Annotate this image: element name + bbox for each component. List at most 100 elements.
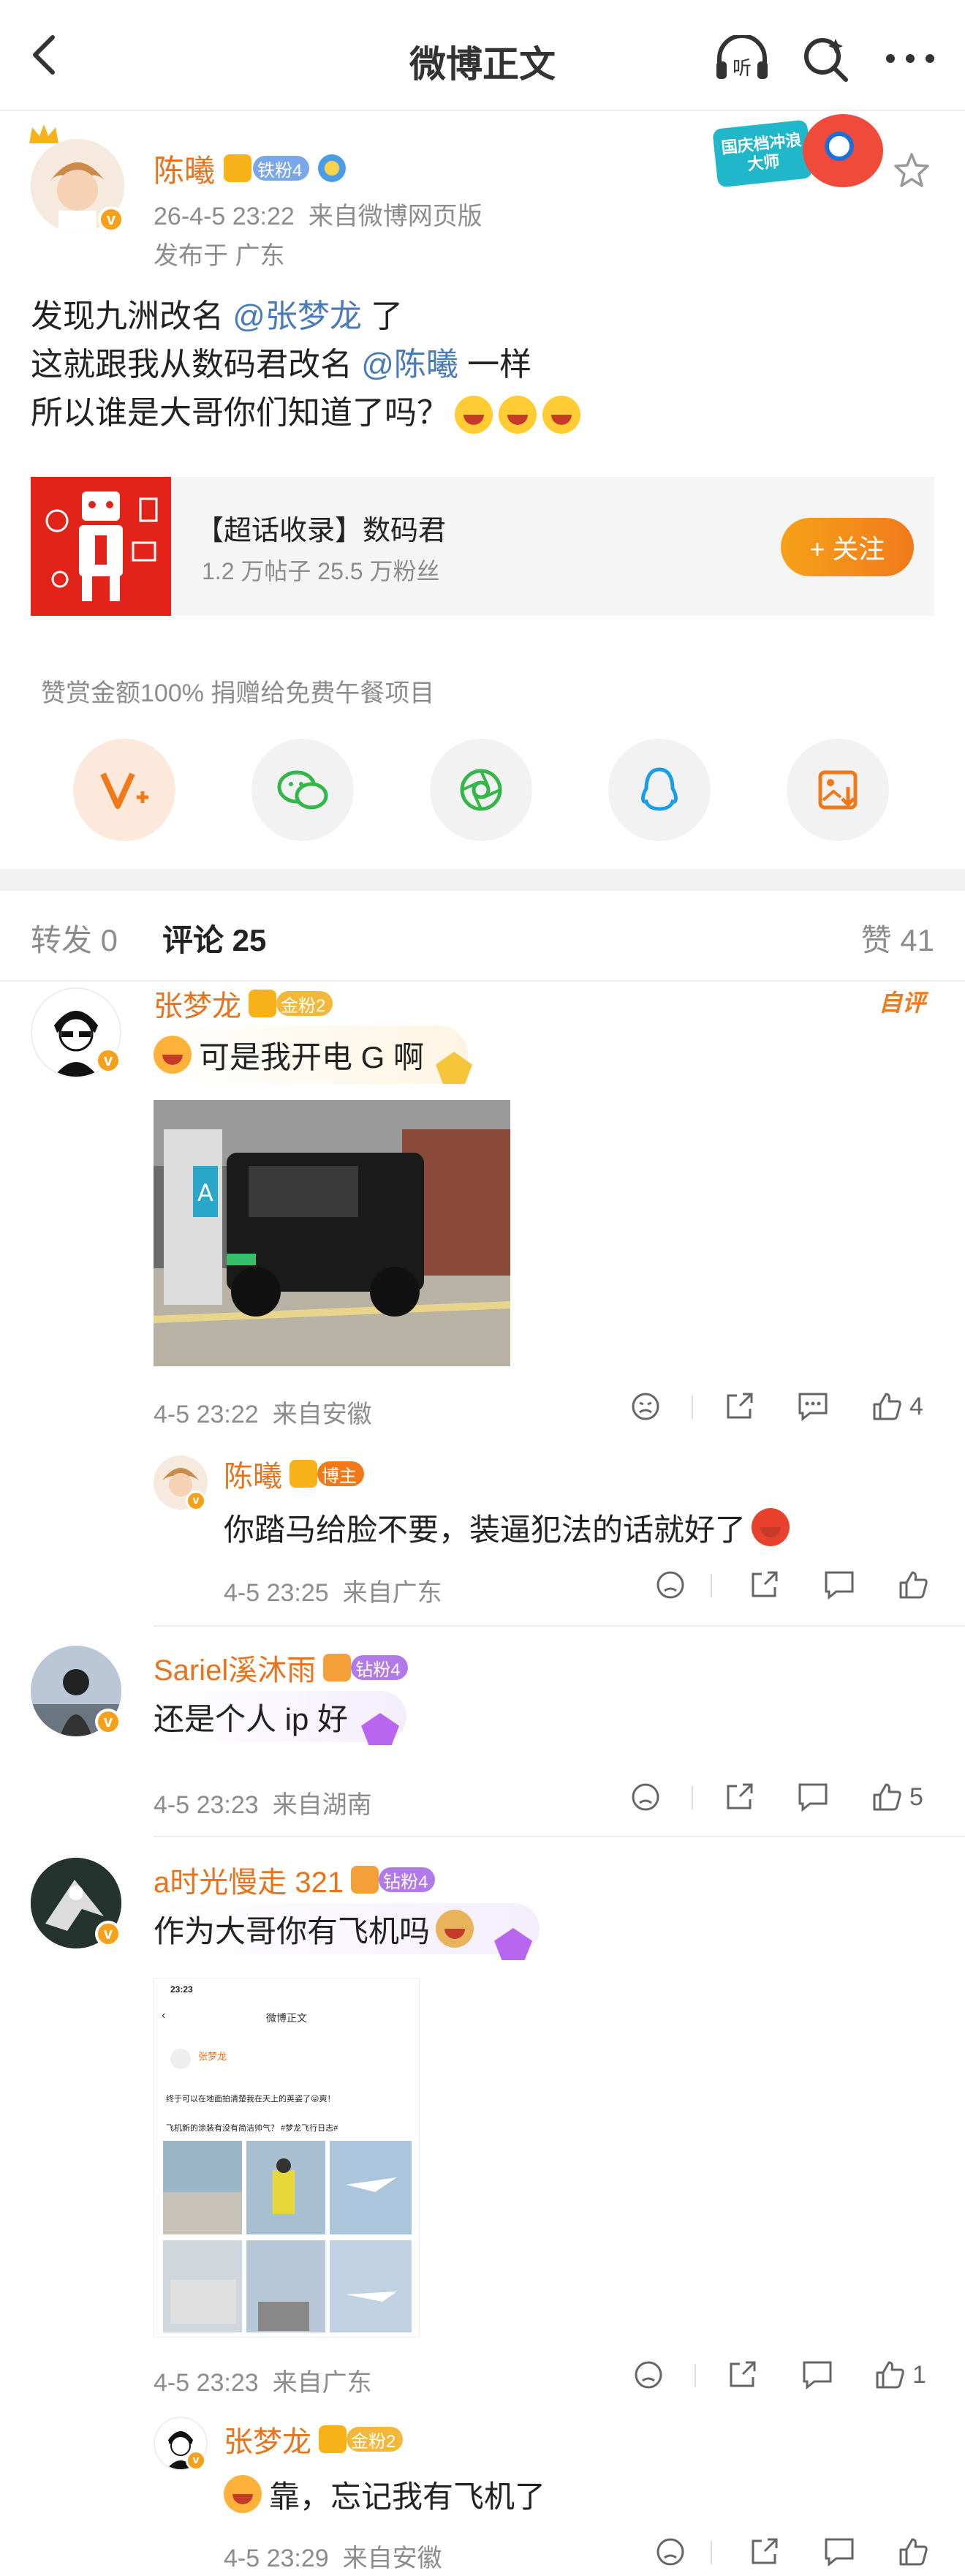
repost-button[interactable]	[724, 1391, 754, 1422]
post-text: 所以谁是大哥你们知道了吗？	[31, 395, 449, 431]
author-line: 陈曦 铁粉4	[154, 146, 347, 191]
search-icon[interactable]	[801, 33, 852, 84]
repost-button[interactable]	[749, 1570, 779, 1600]
tab-comment[interactable]: 评论 25	[162, 916, 266, 960]
post-source: 来自微博网页版	[308, 203, 482, 230]
verified-badge-icon: v	[98, 206, 124, 233]
mini-text-2: 飞机新的涂装有没有简洁帅气？ #梦龙飞行日志#	[166, 2124, 338, 2133]
reply-meta: 4-5 23:29 来自安徽	[224, 2538, 442, 2574]
favorite-star-icon[interactable]	[893, 152, 930, 189]
like-button[interactable]: 4	[871, 1391, 923, 1422]
repost-icon	[752, 1571, 778, 1597]
comment-icon	[803, 2361, 832, 2390]
reply-button[interactable]	[823, 1570, 855, 1600]
topic-card[interactable]: 【超话收录】数码君 1.2 万帖子 25.5 万粉丝 + 关注	[31, 477, 934, 616]
promo-sticker[interactable]: 国庆档冲浪大师	[712, 110, 898, 197]
dislike-button[interactable]	[630, 1391, 661, 1422]
dislike-button[interactable]	[633, 2360, 664, 2390]
tab-repost[interactable]: 转发 0	[31, 916, 118, 960]
laugh-emoji-icon	[542, 396, 580, 434]
comment-header: Sariel溪沐雨 钻粉4	[154, 1649, 408, 1687]
like-button[interactable]: 1	[874, 2360, 926, 2390]
dislike-button[interactable]	[630, 1782, 661, 1812]
like-button[interactable]	[898, 1570, 928, 1600]
comment-time: 4-5 23:23	[154, 2369, 259, 2397]
tab-like[interactable]: 赞 41	[861, 916, 934, 960]
thumbs-up-icon	[876, 2361, 904, 2389]
comment-meta: 4-5 23:22 来自安徽	[154, 1394, 372, 1430]
dislike-icon	[635, 2361, 662, 2389]
reply-body: 靠，忘记我有飞机了	[224, 2472, 545, 2516]
mention-link[interactable]: @张梦龙	[232, 298, 362, 334]
svg-text:A: A	[197, 1179, 213, 1207]
dislike-icon	[632, 1783, 659, 1811]
dislike-icon	[656, 2538, 684, 2566]
divider	[711, 1574, 712, 1597]
reward-button[interactable]	[73, 739, 175, 841]
like-count: 5	[909, 1782, 923, 1811]
more-icon[interactable]	[881, 40, 939, 77]
reply-text: 你踏马给脸不要，装逼犯法的话就好了	[224, 1512, 746, 1547]
dislike-icon	[656, 1571, 684, 1599]
tab-bar: 转发 0 评论 25 赞 41	[0, 892, 965, 982]
comment-icon	[798, 1393, 828, 1422]
like-button[interactable]	[898, 2537, 928, 2567]
reply-name[interactable]: 张梦龙	[224, 2418, 311, 2460]
mini-back-icon: ‹	[162, 2009, 166, 2022]
reply-button[interactable]	[823, 2537, 855, 2567]
comment-time: 4-5 23:23	[154, 1791, 259, 1819]
post-body: 发现九洲改名 @张梦龙 了 这就跟我从数码君改名 @陈曦 一样 所以谁是大哥你们…	[31, 293, 580, 437]
reply-button[interactable]	[797, 1782, 829, 1812]
reply-button[interactable]	[797, 1391, 829, 1422]
thumbs-up-icon	[899, 2538, 928, 2566]
repost-button[interactable]	[724, 1782, 754, 1812]
laugh-emoji-icon	[499, 396, 537, 434]
mini-photo-grid	[163, 2141, 412, 2332]
divider	[695, 2364, 696, 2387]
comment-text: 作为大哥你有飞机吗	[154, 1913, 431, 1948]
thumbs-up-icon	[873, 1783, 901, 1811]
reply-button[interactable]	[801, 2360, 833, 2390]
doge-emoji-icon	[436, 1910, 474, 1948]
listen-icon[interactable]: 听	[713, 33, 771, 84]
moments-share-button[interactable]	[430, 739, 532, 841]
repost-icon	[730, 2361, 756, 2387]
reply-meta: 4-5 23:25 来自广东	[224, 1573, 442, 1608]
fan-badge: 铁粉4	[253, 156, 310, 181]
mention-link[interactable]: @陈曦	[361, 347, 458, 383]
duck-emoji-icon	[224, 2475, 262, 2513]
reply-time: 4-5 23:29	[224, 2545, 329, 2572]
verified-badge-icon: v	[95, 1709, 121, 1735]
comment-header: 张梦龙 金粉2	[154, 984, 333, 1023]
reward-text: 赞赏金额100% 捐赠给免费午餐项目	[41, 679, 435, 707]
reply-name[interactable]: 陈曦	[224, 1453, 282, 1495]
author-name[interactable]: 陈曦	[154, 146, 215, 191]
like-button[interactable]: 5	[871, 1782, 923, 1812]
commenter-name[interactable]: a时光慢走 321	[154, 1858, 344, 1901]
comment-bubble: 可是我开电 G 啊	[154, 1025, 473, 1084]
repost-button[interactable]	[727, 2360, 757, 2390]
follow-button[interactable]: + 关注	[781, 518, 914, 576]
owner-badge: 博主	[317, 1461, 364, 1486]
reply-source: 来自安徽	[342, 2545, 442, 2572]
commenter-name[interactable]: 张梦龙	[154, 982, 241, 1025]
promo-label: 国庆档冲浪大师	[712, 119, 813, 188]
qq-share-button[interactable]	[608, 739, 711, 841]
comment-icon	[825, 2538, 854, 2567]
save-image-button[interactable]	[787, 739, 889, 841]
post-time: 26-4-5 23:22	[154, 203, 295, 230]
repost-icon	[727, 1783, 753, 1809]
comment-source: 来自湖南	[272, 1791, 372, 1819]
dislike-button[interactable]	[655, 2537, 686, 2567]
comment-screenshot[interactable]: 23:23 微博正文 ‹ 张梦龙 终于可以在地面拍清楚我在天上的英姿了😜爽！ 飞…	[154, 1978, 420, 2338]
comment-photo[interactable]: A	[154, 1100, 510, 1366]
commenter-name[interactable]: Sariel溪沐雨	[154, 1646, 316, 1689]
wechat-share-button[interactable]	[251, 739, 354, 841]
comment-text: 可是我开电 G 啊	[199, 1039, 425, 1074]
post-text: 发现九洲改名	[31, 298, 224, 334]
mini-name: 张梦龙	[198, 2051, 227, 2062]
mini-avatar	[170, 2049, 191, 2069]
repost-button[interactable]	[749, 2537, 779, 2567]
dislike-button[interactable]	[655, 1570, 686, 1600]
vip-crown-icon	[290, 1460, 317, 1488]
